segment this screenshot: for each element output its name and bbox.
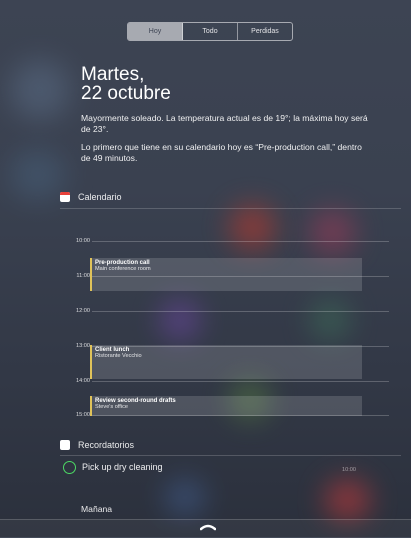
hour-label: 12:00 (76, 308, 90, 314)
divider (60, 455, 401, 456)
reminders-section-title: Recordatorios (78, 440, 135, 450)
tab-todo[interactable]: Todo (183, 23, 238, 40)
tab-perdidas[interactable]: Perdidas (238, 23, 292, 40)
hour-line (92, 241, 389, 242)
hour-label: 10:00 (76, 238, 90, 244)
reminders-section-header[interactable]: Recordatorios (60, 440, 134, 450)
event-location: Steve's office (95, 404, 128, 410)
reminder-time: 10:00 (342, 467, 356, 473)
reminder-text[interactable]: Pick up dry cleaning (82, 462, 163, 472)
reminder-checkbox[interactable] (63, 461, 76, 474)
event-location: Ristorante Vecchio (95, 353, 142, 359)
tomorrow-section-title[interactable]: Mañana (81, 504, 112, 514)
calendar-section-title: Calendario (78, 192, 122, 202)
hour-label: 14:00 (76, 378, 90, 384)
hour-label: 15:00 (76, 412, 90, 418)
dismiss-handle-icon[interactable] (200, 523, 216, 531)
calendar-event[interactable]: Review second-round drafts Steve's offic… (90, 396, 362, 416)
tab-hoy[interactable]: Hoy (128, 23, 183, 40)
reminders-icon (60, 440, 70, 450)
hour-line (92, 381, 389, 382)
calendar-section-header[interactable]: Calendario (60, 192, 122, 202)
next-event-summary: Lo primero que tiene en su calendario ho… (81, 142, 362, 163)
calendar-event[interactable]: Client lunch Ristorante Vecchio (90, 345, 362, 379)
notification-center: Hoy Todo Perdidas Martes, 22 octubre May… (0, 0, 411, 538)
day-heading: Martes, (81, 64, 145, 85)
weather-summary: Mayormente soleado. La temperatura actua… (81, 113, 368, 134)
calendar-event[interactable]: Pre-production call Main conference room (90, 258, 362, 291)
hour-label: 11:00 (76, 273, 90, 279)
calendar-icon (60, 192, 70, 202)
date-heading: 22 octubre (81, 83, 171, 104)
hour-line (92, 311, 389, 312)
divider (60, 208, 401, 209)
hour-label: 13:00 (76, 343, 90, 349)
event-location: Main conference room (95, 266, 151, 272)
view-segmented-control: Hoy Todo Perdidas (127, 22, 293, 41)
